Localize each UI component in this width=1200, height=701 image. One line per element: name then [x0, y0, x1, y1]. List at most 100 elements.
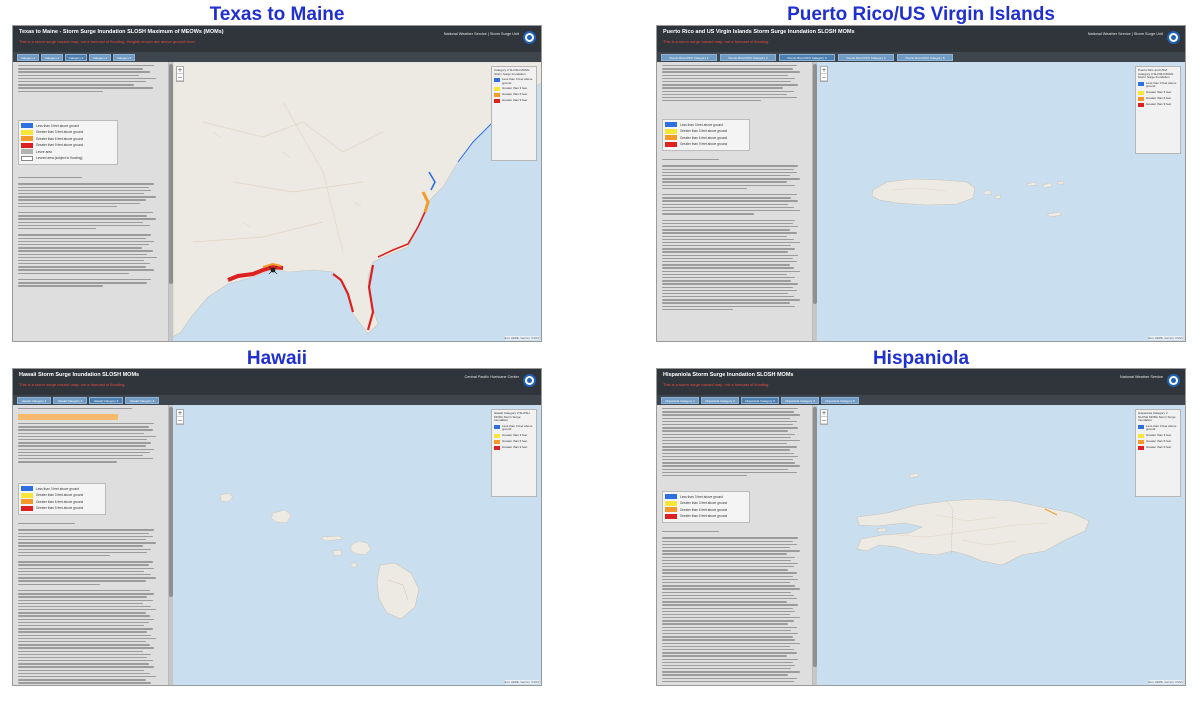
legend-label: Greater than 3 feet above ground — [680, 501, 728, 505]
tab-category-5[interactable]: Category 5 — [113, 54, 135, 61]
tab-category-4[interactable]: Category 4 — [89, 54, 111, 61]
legend-swatch-orange — [21, 499, 33, 504]
legend-swatch-yellow — [1138, 433, 1144, 438]
zoom-out-icon[interactable]: − — [177, 417, 183, 424]
map-legend-title: Hispaniola Category 3 SLOSH MOMs Storm S… — [1138, 411, 1176, 423]
tab-category-2[interactable]: Hispaniola Category 2 — [701, 397, 739, 404]
map-view[interactable]: + − Hispaniola Category 3 SLOSH MOMs Stor… — [817, 405, 1185, 685]
category-tabs: Puerto Rico/USVI Category 1 Puerto Rico/… — [657, 52, 1185, 62]
legend-swatch-yellow — [665, 500, 677, 506]
tab-category-3[interactable]: Puerto Rico/USVI Category 3 — [779, 54, 835, 61]
tab-category-1[interactable]: Puerto Rico/USVI Category 1 — [661, 54, 717, 61]
tab-category-4[interactable]: Hispaniola Category 4 — [781, 397, 819, 404]
tab-category-1[interactable]: Category 1 — [17, 54, 39, 61]
legend-label: Less than 3 feet above ground — [36, 123, 80, 128]
map-attribution: Esri, HERE, Garmin, USGS — [1148, 336, 1183, 340]
category-tabs: Hawaii Category 1 Hawaii Category 2 Hawa… — [13, 395, 541, 405]
map-legend-item: Greater than 6 feet — [502, 92, 528, 97]
map-legend: Hispaniola Category 3 SLOSH MOMs Storm S… — [1135, 409, 1181, 497]
legend-swatch-orange — [665, 507, 677, 512]
legend-label: Greater than 6 feet above ground — [680, 135, 728, 140]
legend-label: Greater than 3 feet above ground — [680, 129, 728, 133]
app-title: Puerto Rico and US Virgin Islands Storm … — [663, 29, 855, 35]
map-legend-item: Greater than 9 feet — [1146, 101, 1172, 106]
tab-category-1[interactable]: Hispaniola Category 1 — [661, 397, 699, 404]
map-legend-item: Greater than 3 feet — [1146, 89, 1172, 94]
map-legend-item: Less than 3 feet above ground — [502, 77, 533, 85]
tab-category-4[interactable]: Puerto Rico/USVI Category 4 — [838, 54, 894, 61]
legend-label: Less than 3 feet above ground — [680, 122, 724, 127]
map-legend-item: Less than 3 feet above ground — [1146, 80, 1177, 89]
map-legend: Puerto Rico and USVI Category 3 SLOSH MO… — [1135, 66, 1181, 154]
legend-swatch-yellow — [1138, 90, 1144, 95]
zoom-in-icon[interactable]: + — [177, 410, 183, 417]
zoom-in-icon[interactable]: + — [821, 410, 827, 417]
legend-swatch-orange — [21, 136, 33, 141]
legend-swatch-blue — [1138, 81, 1144, 86]
tab-category-4[interactable]: Hawaii Category 4 — [125, 397, 159, 404]
description-text — [18, 65, 160, 125]
app-title: Hispaniola Storm Surge Inundation SLOSH … — [663, 372, 794, 378]
legend-swatch-yellow — [494, 433, 500, 438]
tab-category-2[interactable]: Hawaii Category 2 — [53, 397, 87, 404]
zoom-out-icon[interactable]: − — [177, 74, 183, 81]
map-legend-title: Category 3 SLOSH MOMs Storm Surge Inunda… — [494, 68, 530, 76]
zoom-in-icon[interactable]: + — [177, 67, 183, 74]
legend-swatch-orange — [494, 93, 500, 98]
description-sidebar: Less than 3 feet above ground Greater th… — [13, 62, 169, 341]
tab-category-5[interactable]: Puerto Rico/USVI Category 5 — [897, 54, 953, 61]
legend-swatch-yellow — [665, 128, 677, 134]
legend-label: Greater than 6 feet above ground — [680, 507, 728, 512]
legend-label: Leveed area (subject to flooding) — [36, 156, 83, 160]
map-legend: Hawaii Category 3 SLOSH MOMs Storm Surge… — [491, 409, 537, 497]
map-legend-title: Puerto Rico and USVI Category 3 SLOSH MO… — [1138, 68, 1174, 80]
category-tabs: Category 1 Category 2 Category 3 Categor… — [13, 52, 541, 62]
tab-category-2[interactable]: Puerto Rico/USVI Category 2 — [720, 54, 776, 61]
map-view[interactable]: + − Category 3 SLOSH MOMs Storm Surge Inu… — [173, 62, 541, 341]
app-header: Hawaii Storm Surge Inundation SLOSH MOMs… — [13, 369, 541, 395]
legend-swatch-yellow — [21, 129, 33, 135]
map-legend-item: Greater than 3 feet — [1146, 432, 1172, 437]
description-sidebar: Less than 3 feet above ground Greater th… — [657, 405, 813, 685]
map-legend-item: Greater than 3 feet — [502, 432, 528, 437]
map-legend-item: Greater than 9 feet — [1146, 444, 1172, 449]
legend-swatch-red — [1138, 445, 1144, 450]
map-view[interactable]: + − Puerto Rico and USVI Category 3 SLOSH… — [817, 62, 1185, 341]
app-title: Hawaii Storm Surge Inundation SLOSH MOMs — [19, 372, 140, 378]
sidebar-legend: Less than 3 feet above ground Greater th… — [662, 119, 750, 151]
map-legend-item: Less than 3 feet above ground — [1146, 423, 1177, 432]
tab-category-3[interactable]: Hispaniola Category 3 — [741, 397, 779, 404]
tab-category-3[interactable]: Category 3 — [65, 54, 87, 61]
sidebar-legend: Less than 3 feet above ground Greater th… — [662, 491, 750, 523]
description-text — [18, 523, 160, 685]
map-view[interactable]: + − Hawaii Category 3 SLOSH MOMs Storm Su… — [173, 405, 541, 685]
legend-label: Greater than 3 feet above ground — [36, 493, 84, 497]
legend-label: Greater than 9 feet above ground — [36, 143, 84, 147]
noaa-logo-icon — [1167, 374, 1180, 387]
map-canvas — [817, 405, 1185, 685]
legend-swatch-blue — [494, 424, 500, 429]
tab-category-5[interactable]: Hispaniola Category 5 — [821, 397, 859, 404]
legend-swatch-red — [21, 505, 33, 511]
app-window: Hawaii Storm Surge Inundation SLOSH MOMs… — [12, 368, 542, 686]
app-window: Hispaniola Storm Surge Inundation SLOSH … — [656, 368, 1186, 686]
category-tabs: Hispaniola Category 1 Hispaniola Categor… — [657, 395, 1185, 405]
tab-category-3[interactable]: Hawaii Category 3 — [89, 397, 123, 404]
tab-category-2[interactable]: Category 2 — [41, 54, 63, 61]
tab-category-1[interactable]: Hawaii Category 1 — [17, 397, 51, 404]
map-legend-item: Greater than 6 feet — [1146, 438, 1172, 443]
map-legend-item: Greater than 3 feet — [502, 86, 528, 91]
zoom-out-icon[interactable]: − — [821, 417, 827, 424]
app-disclaimer: This is a storm surge hazard map; not a … — [19, 39, 196, 44]
app-disclaimer: This is a storm surge hazard map; not a … — [663, 39, 770, 44]
app-window: Puerto Rico and US Virgin Islands Storm … — [656, 25, 1186, 342]
legend-label: Greater than 9 feet above ground — [680, 514, 728, 518]
map-legend-item: Greater than 9 feet — [502, 98, 528, 103]
legend-swatch-red — [665, 141, 677, 147]
zoom-out-icon[interactable]: − — [821, 74, 827, 81]
zoom-in-icon[interactable]: + — [821, 67, 827, 74]
legend-label: Greater than 9 feet above ground — [680, 142, 728, 146]
app-header: Hispaniola Storm Surge Inundation SLOSH … — [657, 369, 1185, 395]
description-text — [18, 177, 160, 341]
legend-swatch-red — [21, 142, 33, 148]
